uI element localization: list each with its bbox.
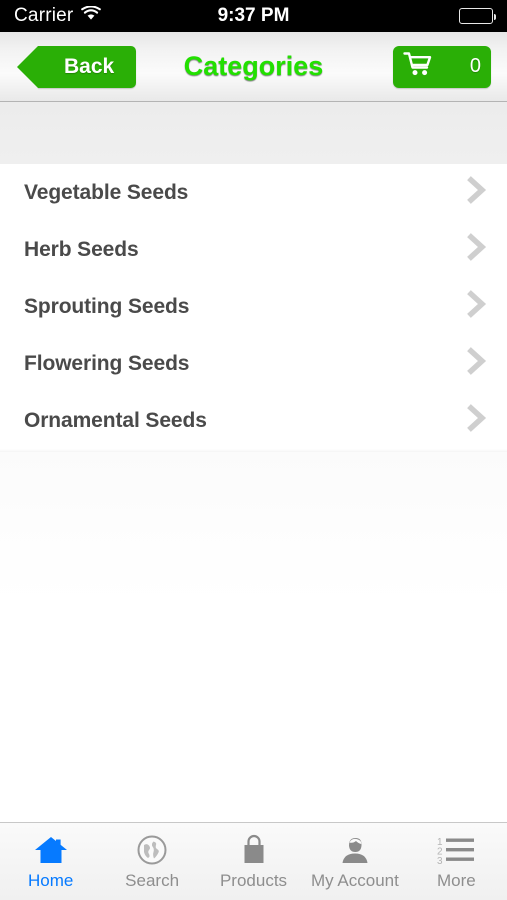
content-area: Vegetable Seeds Herb Seeds Sprouting See… <box>0 102 507 822</box>
categories-list: Vegetable Seeds Herb Seeds Sprouting See… <box>0 164 507 452</box>
cart-button[interactable]: 0 <box>393 45 491 88</box>
shopping-cart-icon <box>403 51 433 82</box>
tab-more[interactable]: 1 2 3 More <box>406 823 507 900</box>
list-item[interactable]: Herb Seeds <box>0 221 507 278</box>
back-button-label: Back <box>64 54 115 78</box>
numbered-list-icon: 1 2 3 <box>436 832 476 868</box>
list-item[interactable]: Vegetable Seeds <box>0 164 507 221</box>
chevron-right-icon <box>465 347 489 380</box>
back-button[interactable]: Back <box>16 45 137 88</box>
list-item[interactable]: Flowering Seeds <box>0 335 507 392</box>
status-bar: Carrier 9:37 PM <box>0 0 507 32</box>
tab-my-account-label: My Account <box>310 871 399 890</box>
tab-home-label: Home <box>28 871 74 890</box>
chevron-right-icon <box>465 233 489 266</box>
battery-full-icon <box>459 8 496 24</box>
tab-search-label: Search <box>125 871 180 890</box>
list-item-label: Vegetable Seeds <box>24 180 189 204</box>
carrier-label: Carrier <box>14 5 74 26</box>
navigation-bar: Back Categories 0 <box>0 32 507 102</box>
list-item[interactable]: Ornamental Seeds <box>0 392 507 449</box>
house-icon <box>31 832 71 868</box>
status-bar-right <box>459 8 496 24</box>
tab-products-label: Products <box>219 871 288 890</box>
list-item[interactable]: Sprouting Seeds <box>0 278 507 335</box>
list-item-label: Sprouting Seeds <box>24 294 190 318</box>
cart-count-badge: 0 <box>469 55 481 77</box>
status-bar-left: Carrier <box>14 5 102 27</box>
globe-icon <box>132 832 172 868</box>
list-item-label: Herb Seeds <box>24 237 139 261</box>
tab-my-account[interactable]: My Account <box>304 823 405 900</box>
tab-products[interactable]: Products <box>203 823 304 900</box>
chevron-right-icon <box>465 176 489 209</box>
list-item-label: Ornamental Seeds <box>24 408 207 432</box>
tab-bar: Home Search Products My Account 1 2 3 Mo… <box>0 822 507 900</box>
list-item-label: Flowering Seeds <box>24 351 190 375</box>
tab-search[interactable]: Search <box>101 823 202 900</box>
app-screen: Carrier 9:37 PM Back Categories 0 Vegeta… <box>0 0 507 900</box>
chevron-right-icon <box>465 404 489 437</box>
list-bottom-edge <box>0 449 507 452</box>
chevron-right-icon <box>465 290 489 323</box>
shopping-bag-icon <box>234 832 274 868</box>
tab-home[interactable]: Home <box>0 823 101 900</box>
person-icon <box>335 832 375 868</box>
wifi-icon <box>81 5 102 26</box>
svg-text:3: 3 <box>437 856 443 865</box>
tab-more-label: More <box>436 871 476 890</box>
